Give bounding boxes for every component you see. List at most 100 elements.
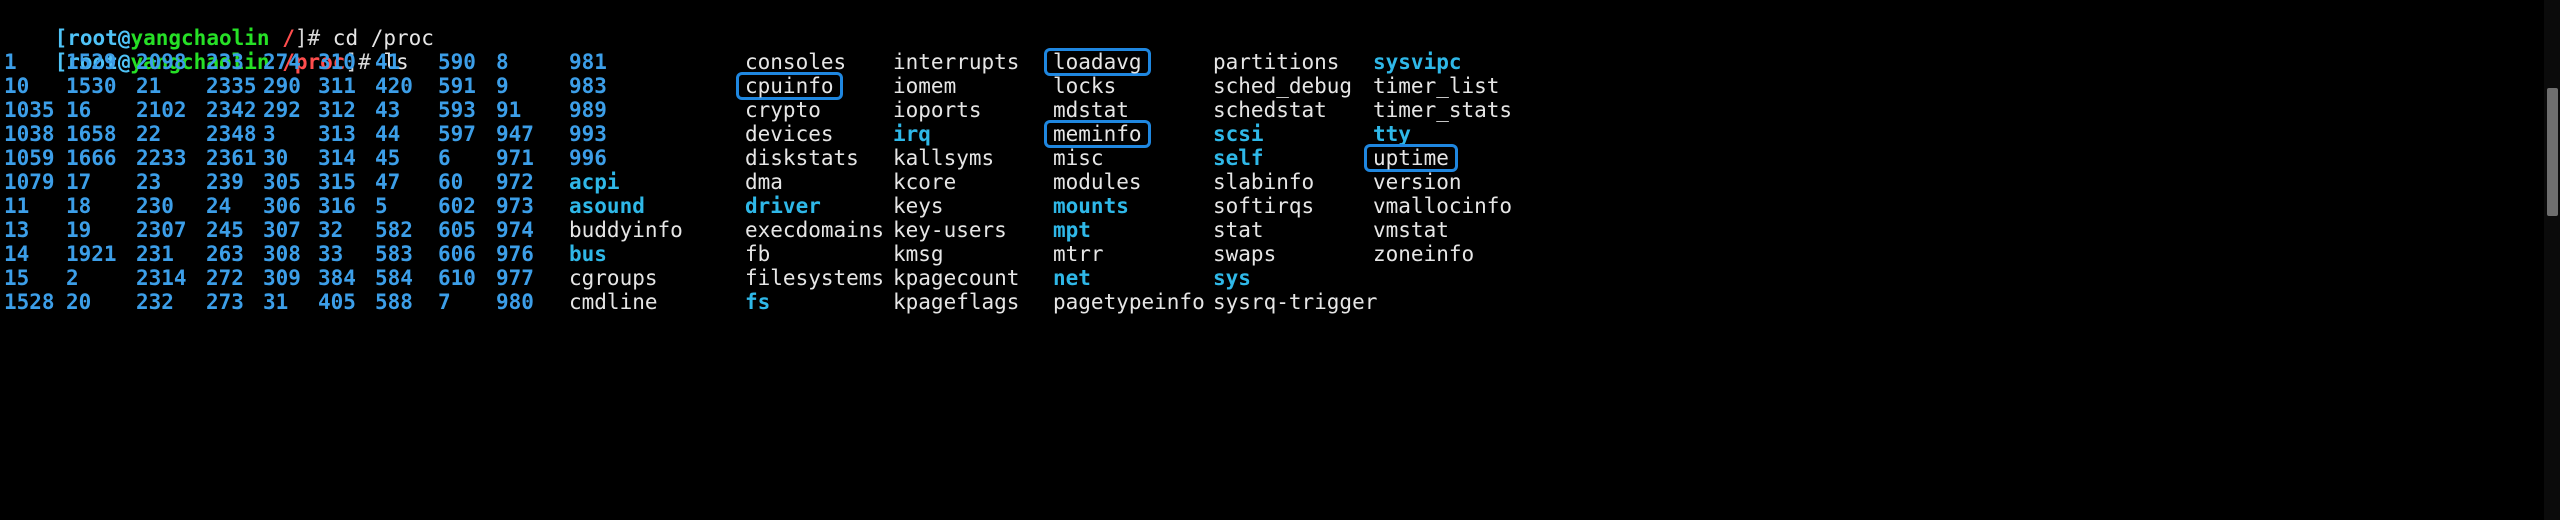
listing-row: 14 1921 231 263 308 33 583 606 976 bus fb kmsg mtrr s… — [4, 242, 2560, 266]
scrollbar-track[interactable] — [2544, 0, 2560, 520]
listing-cell: 384 — [318, 266, 375, 290]
listing-cell: 2348 — [206, 122, 263, 146]
listing-cell: 1038 — [4, 122, 66, 146]
listing-cell: kmsg — [893, 242, 1053, 266]
listing-cell: scsi — [1213, 122, 1373, 146]
entry-972: 972 — [496, 170, 534, 194]
entry-sysrq-trigger: sysrq-trigger — [1213, 290, 1378, 314]
entry-diskstats: diskstats — [745, 146, 859, 170]
listing-cell: 976 — [496, 242, 569, 266]
listing-cell: softirqs — [1213, 194, 1373, 218]
listing-cell: 977 — [496, 266, 569, 290]
listing-cell: 13 — [4, 218, 66, 242]
entry-1528: 1528 — [4, 290, 55, 314]
entry-91: 91 — [496, 98, 522, 122]
entry-vmstat: vmstat — [1373, 218, 1449, 242]
listing-cell: key-users — [893, 218, 1053, 242]
entry-24: 24 — [206, 194, 232, 218]
listing-cell: 2098 — [136, 50, 206, 74]
listing-cell: 1528 — [4, 290, 66, 314]
listing-cell: kpageflags — [893, 290, 1053, 314]
listing-cell: 22 — [136, 122, 206, 146]
listing-cell: sysvipc — [1373, 50, 1462, 74]
entry-schedstat: schedstat — [1213, 98, 1327, 122]
listing-cell: 43 — [375, 98, 438, 122]
terminal-window[interactable]: [root@yangchaolin /]# cd /proc [root@yan… — [0, 0, 2560, 520]
highlighted-entry-meminfo[interactable]: meminfo — [1047, 123, 1148, 145]
listing-cell: 290 — [263, 74, 318, 98]
entry-17: 17 — [66, 170, 92, 194]
highlighted-entry-loadavg[interactable]: loadavg — [1047, 51, 1148, 73]
listing-cell: 2361 — [206, 146, 263, 170]
entry-net: net — [1053, 266, 1091, 290]
listing-cell: 989 — [569, 98, 745, 122]
entry-591: 591 — [438, 74, 476, 98]
entry-asound: asound — [569, 194, 645, 218]
entry-sched_debug: sched_debug — [1213, 74, 1353, 98]
entry-308: 308 — [263, 242, 301, 266]
listing-cell: 309 — [263, 266, 318, 290]
listing-cell: 312 — [318, 98, 375, 122]
entry-cgroups: cgroups — [569, 266, 658, 290]
entry-sys: sys — [1213, 266, 1251, 290]
listing-cell: 993 — [569, 122, 745, 146]
entry-7: 7 — [438, 290, 451, 314]
entry-partitions: partitions — [1213, 50, 1340, 74]
listing-cell: 1529 — [66, 50, 136, 74]
entry-2233: 2233 — [136, 146, 187, 170]
entry-20: 20 — [66, 290, 92, 314]
entry-602: 602 — [438, 194, 476, 218]
entry-1059: 1059 — [4, 146, 55, 170]
entry-232: 232 — [136, 290, 174, 314]
entry-45: 45 — [375, 146, 401, 170]
entry-kmsg: kmsg — [893, 242, 944, 266]
entry-8: 8 — [496, 50, 509, 74]
listing-cell: 7 — [438, 290, 496, 314]
entry-1: 1 — [4, 50, 17, 74]
listing-cell: 2342 — [206, 98, 263, 122]
entry-tty: tty — [1373, 122, 1411, 146]
entry-274: 274 — [263, 50, 301, 74]
highlighted-entry-uptime[interactable]: uptime — [1367, 147, 1455, 169]
entry-kpagecount: kpagecount — [893, 266, 1020, 290]
listing-row: 15 2 2314 272 309 384 584 610 977 cgroups filesyst… — [4, 266, 2560, 290]
listing-cell: 2233 — [136, 146, 206, 170]
entry-273: 273 — [206, 290, 244, 314]
entry-384: 384 — [318, 266, 356, 290]
listing-cell: driver — [745, 194, 893, 218]
listing-cell: filesystems — [745, 266, 893, 290]
entry-devices: devices — [745, 122, 834, 146]
entry-zoneinfo: zoneinfo — [1373, 242, 1475, 266]
entry-981: 981 — [569, 50, 607, 74]
listing-cell: 231 — [136, 242, 206, 266]
entry-self: self — [1213, 146, 1264, 170]
listing-cell: fb — [745, 242, 893, 266]
scrollbar-thumb[interactable] — [2547, 88, 2558, 216]
entry-2348: 2348 — [206, 122, 257, 146]
listing-cell: 2314 — [136, 266, 206, 290]
entry-1079: 1079 — [4, 170, 55, 194]
listing-row: 1528 20 232 273 31 405 588 7 980 cmdline fs kpagefl… — [4, 290, 2560, 314]
highlighted-entry-cpuinfo[interactable]: cpuinfo — [739, 75, 840, 97]
entry-231: 231 — [136, 242, 174, 266]
listing-cell: execdomains — [745, 218, 893, 242]
entry-263: 263 — [206, 242, 244, 266]
listing-cell: 590 — [438, 50, 496, 74]
entry-316: 316 — [318, 194, 356, 218]
listing-cell: 8 — [496, 50, 569, 74]
entry-583: 583 — [375, 242, 413, 266]
entry-1658: 1658 — [66, 122, 117, 146]
listing-cell: 10 — [4, 74, 66, 98]
listing-cell: 17 — [66, 170, 136, 194]
prompt-line-2: [root@yangchaolin /proc]# ls — [4, 26, 2560, 74]
listing-cell: 610 — [438, 266, 496, 290]
listing-cell: 45 — [375, 146, 438, 170]
listing-cell: dma — [745, 170, 893, 194]
listing-cell: net — [1053, 266, 1213, 290]
entry-588: 588 — [375, 290, 413, 314]
entry-33: 33 — [318, 242, 344, 266]
listing-cell: 983 — [569, 74, 745, 98]
listing-cell: tty — [1373, 122, 1411, 146]
entry-2314: 2314 — [136, 266, 187, 290]
entry-1921: 1921 — [66, 242, 117, 266]
